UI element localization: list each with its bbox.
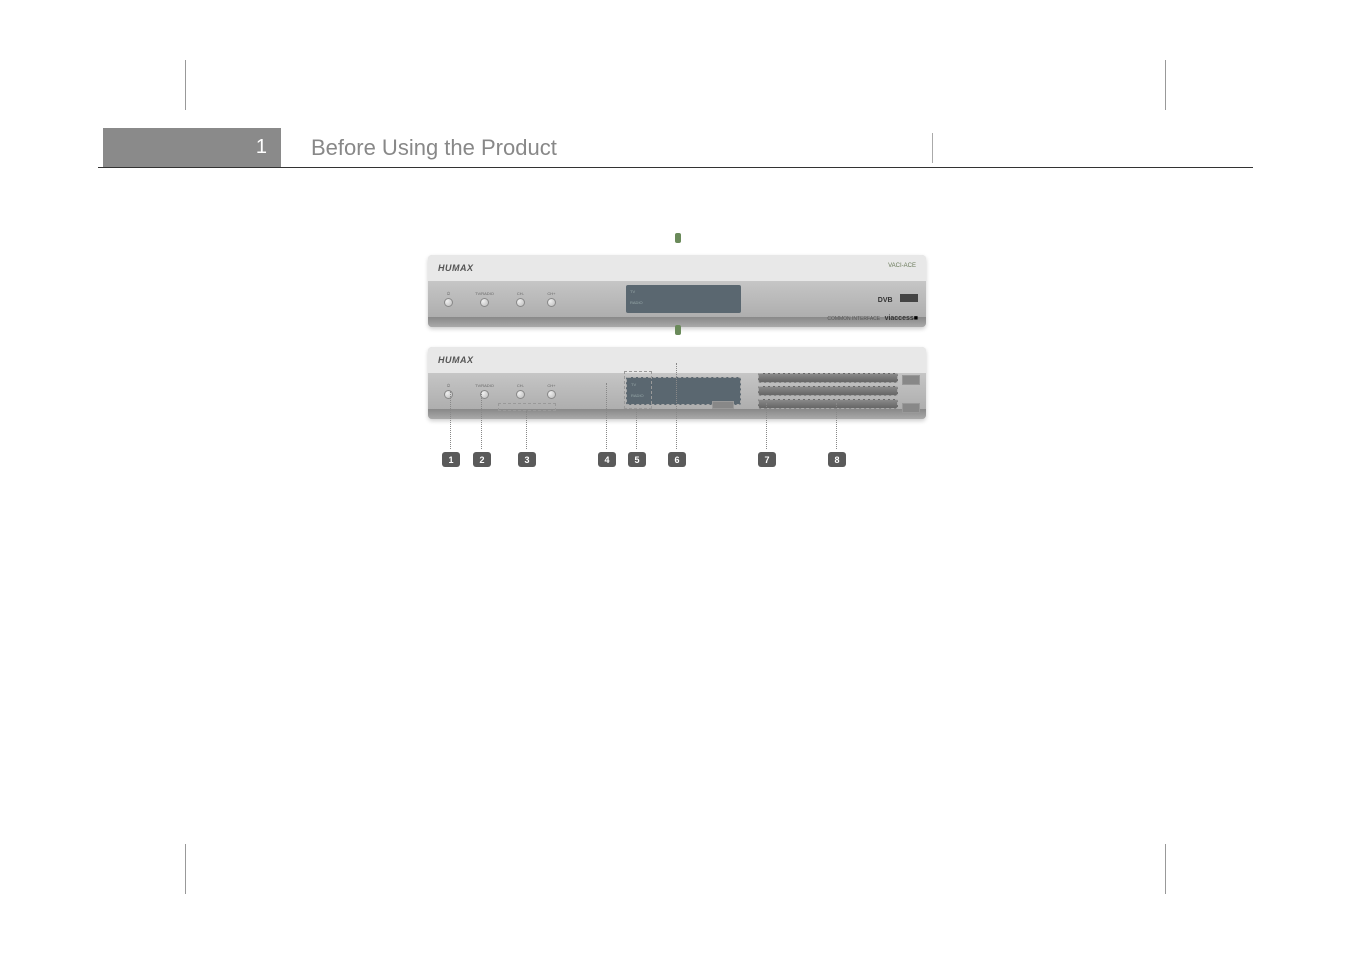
section-number-block: 1 [103,128,281,167]
section-number: 1 [256,136,267,159]
logos: DVB COMMON INTERFACE viaccess■ [827,289,918,325]
section-title: Before Using the Product [281,128,557,167]
ch-up-button: CH+ [547,383,556,399]
callout-1: 1 [442,452,460,467]
button-highlight [498,403,556,411]
ci-slot-1 [758,373,898,383]
tvradio-button: TV/RADIO [475,383,494,399]
ch-down-button: CH- [516,383,525,399]
callout-3: 3 [518,452,536,467]
smartcard-slot [758,399,898,409]
ch-down-button: CH- [516,291,525,307]
model-label: VACI-ACE [888,263,916,269]
callout-numbers: 1 2 3 4 5 6 7 8 [428,452,926,472]
standby-button: ⏻ [444,291,453,307]
front-buttons: ⏻ TV/RADIO CH- CH+ [444,291,556,307]
crop-mark [1165,844,1166,894]
display-panel: TV RADIO [626,285,741,313]
brand-label: HUMAX [438,355,474,365]
ci-module [712,401,734,409]
device-front-closed: HUMAX VACI-ACE ⏻ TV/RADIO CH- CH+ [428,255,926,327]
standby-button: ⏻ [444,383,453,399]
dvb-logo: DVB [878,297,893,304]
card-slots [758,373,898,415]
standby-indicator [675,325,681,335]
ci-slot-2 [758,386,898,396]
viaccess-logo: viaccess [885,315,914,322]
crop-mark [185,60,186,110]
device-diagram-container: HUMAX VACI-ACE ⏻ TV/RADIO CH- CH+ [428,255,926,427]
section-header: 1 Before Using the Product [98,128,1253,168]
display-highlight [624,371,652,409]
standby-icon: ⏻ [447,291,450,296]
common-interface-label: COMMON INTERFACE [827,316,880,322]
device-front-open: HUMAX ⏻ TV/RADIO CH- CH+ [428,347,926,419]
header-divider [932,133,933,163]
ch-up-button: CH+ [547,291,556,307]
card-eject-2 [902,403,920,413]
standby-indicator [675,233,681,243]
brand-label: HUMAX [438,263,474,273]
card-eject-1 [902,375,920,385]
crop-mark [185,844,186,894]
tvradio-button: TV/RADIO [475,291,494,307]
standby-icon: ⏻ [447,383,450,388]
callout-6: 6 [668,452,686,467]
callout-4: 4 [598,452,616,467]
crop-mark [1165,60,1166,110]
front-buttons: ⏻ TV/RADIO CH- CH+ [444,383,556,399]
callout-8: 8 [828,452,846,467]
callout-5: 5 [628,452,646,467]
dolby-logo-icon [900,294,918,302]
callout-7: 7 [758,452,776,467]
callout-2: 2 [473,452,491,467]
